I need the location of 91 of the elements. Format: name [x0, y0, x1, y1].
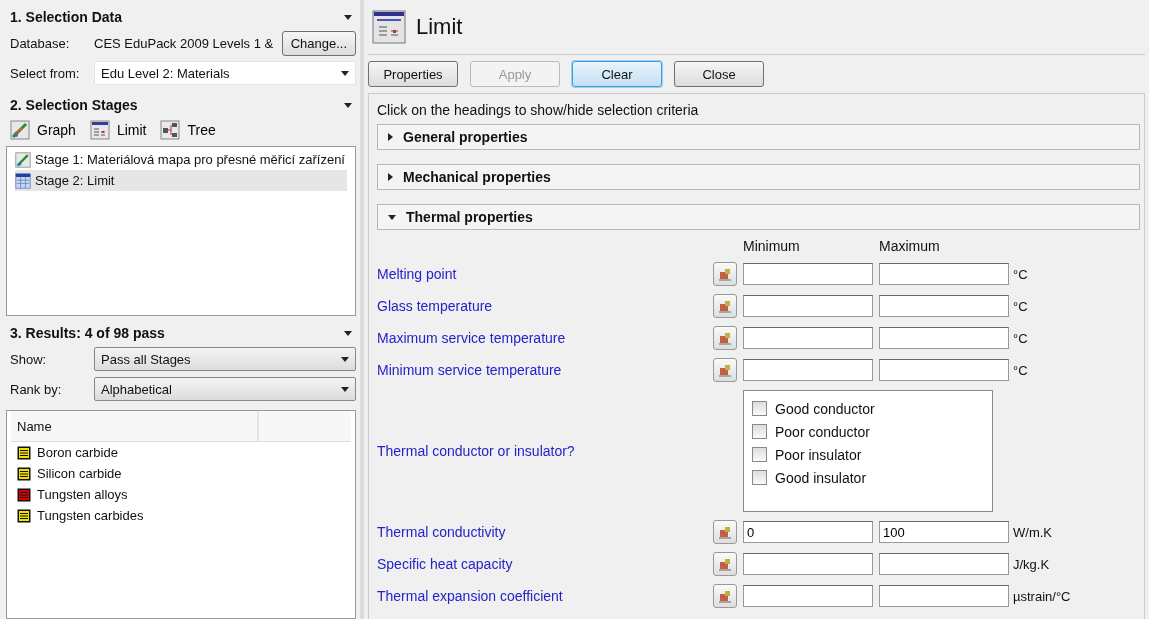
option-label: Poor insulator: [775, 446, 862, 463]
maximum-field[interactable]: [879, 585, 1009, 607]
collapse-icon[interactable]: [344, 330, 352, 336]
picker-button[interactable]: [713, 358, 737, 382]
collapse-icon[interactable]: [344, 14, 352, 20]
unit-label: µstrain/°C: [1013, 588, 1072, 604]
column-heading: Maximum: [879, 238, 941, 254]
select-from-dropdown[interactable]: Edu Level 2: Materials: [94, 61, 356, 85]
option-label: Good conductor: [775, 400, 875, 417]
property-link[interactable]: Minimum service temperature: [377, 362, 713, 378]
picker-button[interactable]: [713, 294, 737, 318]
minimum-field[interactable]: [743, 359, 873, 381]
toolbar-button[interactable]: Properties: [368, 61, 458, 87]
section-header[interactable]: Mechanical properties: [377, 164, 1140, 190]
stage-item[interactable]: Stage 1: Materiálová mapa pro přesné měřicí zařízení: [15, 149, 347, 170]
picker-button[interactable]: [713, 552, 737, 576]
limit-tool-button[interactable]: Limit: [89, 120, 147, 140]
minimum-field[interactable]: [743, 263, 873, 285]
unit-label: °C: [1013, 266, 1029, 282]
unit-label: W/m.K: [1013, 524, 1053, 540]
collapse-icon[interactable]: [344, 102, 352, 108]
result-item[interactable]: Tungsten carbides: [37, 508, 144, 523]
blocks-icon: [718, 589, 732, 603]
unit-label: °C: [1013, 298, 1029, 314]
picker-button[interactable]: [713, 326, 737, 350]
panel-title: Limit: [416, 14, 463, 40]
property-link[interactable]: Thermal conductivity: [377, 524, 713, 540]
tree-tool-button[interactable]: Tree: [160, 120, 216, 140]
blocks-icon: [718, 525, 732, 539]
table-icon: [15, 172, 31, 189]
tree-icon: [160, 120, 181, 140]
option-label: Good insulator: [775, 469, 867, 486]
maximum-field[interactable]: 100: [879, 521, 1009, 543]
section-title: 1. Selection Data: [10, 9, 123, 25]
property-link[interactable]: Thermal conductor or insulator?: [377, 443, 713, 459]
checkbox[interactable]: [752, 447, 767, 462]
result-item[interactable]: Silicon carbide: [37, 466, 122, 481]
maximum-field[interactable]: [879, 359, 1009, 381]
property-link[interactable]: Specific heat capacity: [377, 556, 713, 572]
minimum-field[interactable]: [743, 295, 873, 317]
property-link[interactable]: Melting point: [377, 266, 713, 282]
field-label: Show:: [10, 351, 48, 367]
graph-icon: [10, 120, 30, 140]
property-link[interactable]: Maximum service temperature: [377, 330, 713, 346]
section-header[interactable]: Thermal properties: [377, 204, 1140, 230]
show-dropdown[interactable]: Pass all Stages: [94, 347, 356, 371]
rank-dropdown[interactable]: Alphabetical: [94, 377, 356, 401]
unit-label: °C: [1013, 330, 1029, 346]
maximum-field[interactable]: [879, 327, 1009, 349]
column-heading: Minimum: [743, 238, 801, 254]
section-header[interactable]: General properties: [377, 124, 1140, 150]
unit-label: J/kg.K: [1013, 556, 1051, 572]
section-title: 2. Selection Stages: [10, 97, 138, 113]
result-item[interactable]: Tungsten alloys: [37, 487, 128, 502]
property-link[interactable]: Glass temperature: [377, 298, 713, 314]
picker-button[interactable]: [713, 520, 737, 544]
blocks-icon: [718, 331, 732, 345]
section-title: 3. Results: 4 of 98 pass: [10, 325, 165, 341]
minimum-field[interactable]: [743, 327, 873, 349]
picker-button[interactable]: [713, 262, 737, 286]
toolbar-button[interactable]: Clear: [572, 61, 662, 87]
picker-button[interactable]: [713, 584, 737, 608]
database-name: CES EduPack 2009 Levels 1 &: [94, 35, 275, 51]
result-item[interactable]: Boron carbide: [37, 445, 118, 460]
blocks-icon: [718, 557, 732, 571]
stage-item[interactable]: Stage 2: Limit: [15, 170, 347, 191]
unit-label: °C: [1013, 362, 1029, 378]
checkbox[interactable]: [752, 470, 767, 485]
limit-icon: [372, 10, 406, 44]
maximum-field[interactable]: [879, 295, 1009, 317]
minimum-field[interactable]: [743, 553, 873, 575]
minimum-field[interactable]: [743, 585, 873, 607]
blocks-icon: [718, 267, 732, 281]
option-label: Poor conductor: [775, 423, 870, 440]
field-label: Rank by:: [10, 381, 63, 397]
minimum-field[interactable]: 0: [743, 521, 873, 543]
change-button[interactable]: Change...: [281, 30, 356, 56]
maximum-field[interactable]: [879, 263, 1009, 285]
toolbar-button[interactable]: Close: [674, 61, 764, 87]
property-link[interactable]: Thermal expansion coefficient: [377, 588, 713, 604]
field-label: Select from:: [10, 65, 81, 81]
maximum-field[interactable]: [879, 553, 1009, 575]
form-icon: [89, 120, 110, 140]
checkbox[interactable]: [752, 401, 767, 416]
hint-text: Click on the headings to show/hide selection criteria: [377, 102, 700, 118]
graph-tool-button[interactable]: Graph: [10, 120, 76, 140]
checkbox[interactable]: [752, 424, 767, 439]
blocks-icon: [718, 299, 732, 313]
graph-icon: [15, 151, 31, 168]
field-label: Database:: [10, 35, 71, 51]
blocks-icon: [718, 363, 732, 377]
